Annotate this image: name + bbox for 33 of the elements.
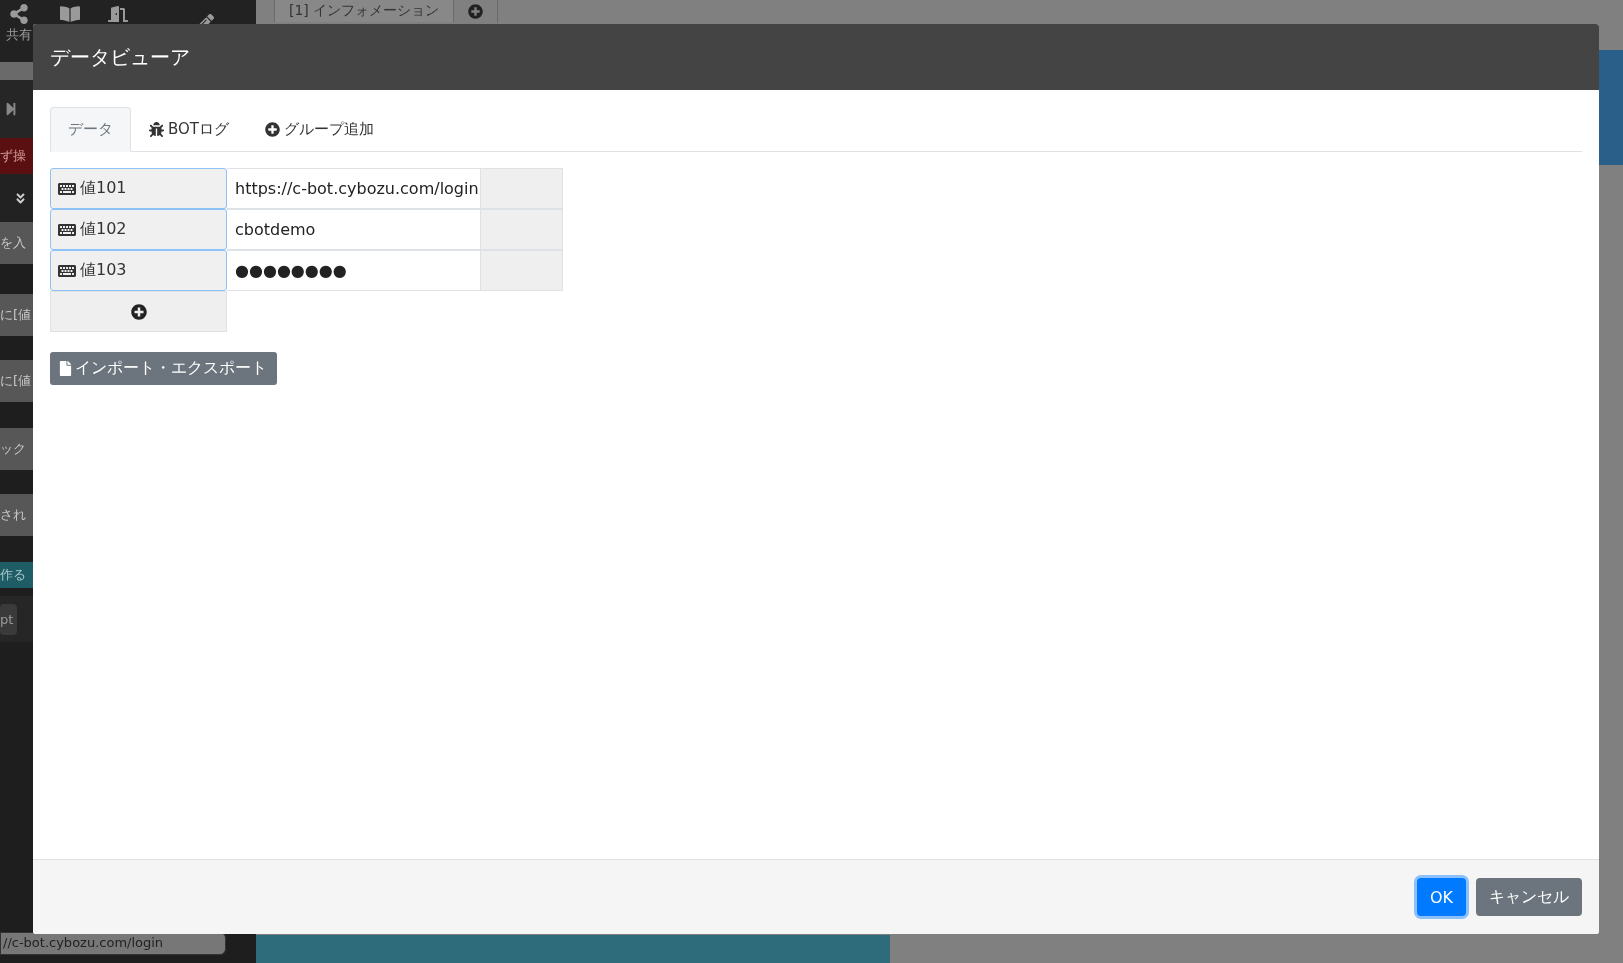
ok-button[interactable]: OK — [1416, 878, 1466, 916]
url-field[interactable]: //c-bot.cybozu.com/login — [0, 932, 226, 955]
tab[interactable]: データ — [50, 107, 131, 152]
add-tab-icon[interactable] — [468, 4, 484, 19]
value-cell[interactable]: ●●●●●●●● — [227, 250, 481, 291]
sidebar-item: に[値 — [0, 372, 32, 390]
share-icon[interactable] — [9, 4, 29, 24]
door-icon[interactable] — [108, 4, 128, 24]
import-export-button[interactable]: インポート・エクスポート — [50, 352, 277, 385]
step-icon[interactable] — [4, 102, 18, 116]
cancel-button[interactable]: キャンセル — [1476, 878, 1582, 916]
sidebar-item: を入 — [0, 234, 26, 252]
bug-icon — [149, 122, 164, 137]
tab[interactable]: グループ追加 — [247, 107, 392, 152]
sidebar-item: され — [0, 506, 26, 524]
double-chevron-icon[interactable] — [14, 191, 27, 205]
value-cell[interactable]: https://c-bot.cybozu.com/login — [227, 168, 481, 209]
variable-name-cell[interactable]: 値101 — [50, 168, 227, 209]
sidebar-item: ック — [0, 440, 26, 458]
sidebar-item: 作る — [0, 566, 26, 584]
dialog-title: データビューア — [50, 43, 190, 71]
variable-name-cell[interactable]: 値103 — [50, 250, 227, 291]
file-icon — [58, 361, 73, 376]
background-tab[interactable]: [1] インフォメーション — [274, 0, 455, 22]
tab[interactable]: BOTログ — [131, 107, 247, 152]
add-row-button[interactable] — [50, 291, 227, 332]
value-cell[interactable]: cbotdemo — [227, 209, 481, 250]
chip-button[interactable]: pt — [0, 603, 18, 635]
variable-name-cell[interactable]: 値102 — [50, 209, 227, 250]
sidebar-item: ず操 — [0, 147, 26, 165]
sidebar-item: に[値 — [0, 306, 32, 324]
toolbar-label: 共有 — [6, 26, 32, 44]
book-icon[interactable] — [60, 4, 80, 24]
